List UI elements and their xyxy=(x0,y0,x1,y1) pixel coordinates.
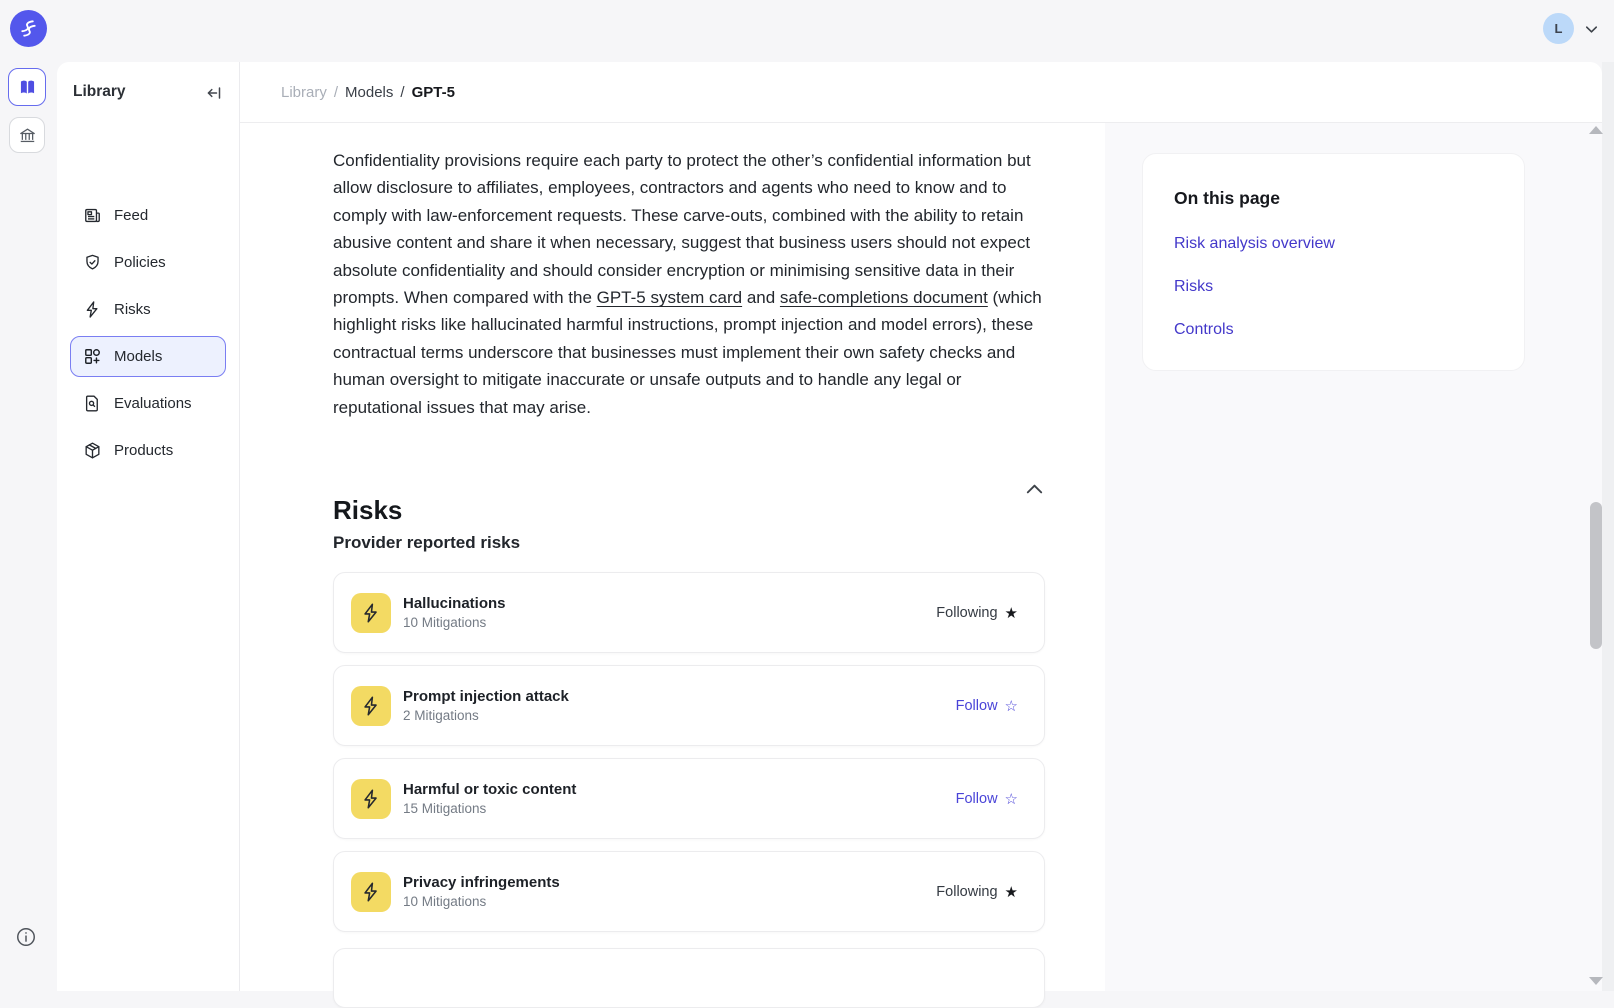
confidentiality-paragraph: Confidentiality provisions require each … xyxy=(333,147,1047,421)
breadcrumb: Library/Models/GPT-5 xyxy=(281,84,455,101)
rail-library-button[interactable] xyxy=(8,68,46,106)
toc-link-risk-analysis-overview[interactable]: Risk analysis overview xyxy=(1174,235,1493,253)
gpt5-system-card-link[interactable]: GPT-5 system card xyxy=(597,288,742,307)
risk-mitigations-count: 15 Mitigations xyxy=(403,801,576,816)
risk-mitigations-count: 2 Mitigations xyxy=(403,708,569,723)
follow-button[interactable]: Follow ☆ xyxy=(956,697,1018,715)
risk-bolt-icon xyxy=(351,872,391,912)
avatar-letter: L xyxy=(1555,21,1563,36)
risk-card-prompt-injection[interactable]: Prompt injection attack 2 Mitigations Fo… xyxy=(333,665,1045,746)
risk-title: Harmful or toxic content xyxy=(403,781,576,798)
scroll-down-arrow[interactable] xyxy=(1589,977,1603,985)
package-icon xyxy=(83,441,102,460)
sidebar-item-label: Feed xyxy=(114,207,148,224)
sidebar-nav: Feed Policies Risks xyxy=(70,195,226,477)
main-header: Library/Models/GPT-5 xyxy=(240,62,1602,123)
star-filled-icon: ★ xyxy=(1005,883,1018,901)
risks-section-title: Risks xyxy=(333,495,402,526)
risk-card-hallucinations[interactable]: Hallucinations 10 Mitigations Following … xyxy=(333,572,1045,653)
sidebar-item-feed[interactable]: Feed xyxy=(70,195,226,236)
risk-title: Hallucinations xyxy=(403,595,506,612)
sidebar-item-products[interactable]: Products xyxy=(70,430,226,471)
scrollbar-track[interactable] xyxy=(1602,62,1614,991)
scrollbar-thumb[interactable] xyxy=(1590,502,1602,649)
risk-bolt-icon xyxy=(351,593,391,633)
risk-mitigations-count: 10 Mitigations xyxy=(403,894,560,909)
user-avatar[interactable]: L xyxy=(1543,13,1574,44)
shield-check-icon xyxy=(83,253,102,272)
breadcrumb-models[interactable]: Models xyxy=(345,84,393,101)
risk-card-privacy-infringements[interactable]: Privacy infringements 10 Mitigations Fol… xyxy=(333,851,1045,932)
article-column: Confidentiality provisions require each … xyxy=(240,123,1105,991)
star-outline-icon: ☆ xyxy=(1005,697,1018,715)
follow-label: Follow xyxy=(956,791,998,807)
sidebar-item-label: Policies xyxy=(114,254,166,271)
scroll-up-arrow[interactable] xyxy=(1589,126,1603,134)
risks-collapse-chevron-up-icon[interactable] xyxy=(1023,478,1047,502)
risk-mitigations-count: 10 Mitigations xyxy=(403,615,506,630)
risk-bolt-icon xyxy=(351,779,391,819)
follow-button[interactable]: Follow ☆ xyxy=(956,790,1018,808)
toc-link-controls[interactable]: Controls xyxy=(1174,321,1493,339)
paragraph-text: and xyxy=(742,288,780,307)
breadcrumb-separator: / xyxy=(327,84,345,101)
following-button[interactable]: Following ★ xyxy=(936,604,1018,622)
bolt-icon xyxy=(83,300,102,319)
rail-organization-button[interactable] xyxy=(9,117,45,153)
sidebar-item-label: Risks xyxy=(114,301,151,318)
following-button[interactable]: Following ★ xyxy=(936,883,1018,901)
sidebar-item-risks[interactable]: Risks xyxy=(70,289,226,330)
sidebar-item-evaluations[interactable]: Evaluations xyxy=(70,383,226,424)
risk-title: Prompt injection attack xyxy=(403,688,569,705)
star-outline-icon: ☆ xyxy=(1005,790,1018,808)
app-logo-icon xyxy=(17,17,40,40)
breadcrumb-library[interactable]: Library xyxy=(281,84,327,101)
sidebar-collapse-icon[interactable] xyxy=(205,84,223,102)
provider-reported-risks-title: Provider reported risks xyxy=(333,533,520,553)
risk-bolt-icon xyxy=(351,686,391,726)
follow-label: Following xyxy=(936,605,997,621)
breadcrumb-current: GPT-5 xyxy=(412,84,455,101)
account-menu-chevron-down-icon[interactable] xyxy=(1583,21,1600,43)
risk-title: Privacy infringements xyxy=(403,874,560,891)
sidebar-title: Library xyxy=(73,83,126,101)
on-this-page-panel: On this page Risk analysis overview Risk… xyxy=(1142,153,1525,371)
paragraph-text: Confidentiality provisions require each … xyxy=(333,151,1031,307)
feed-icon xyxy=(83,206,102,225)
paragraph-text: (which highlight risks like hallucinated… xyxy=(333,288,1042,417)
toc-link-risks[interactable]: Risks xyxy=(1174,278,1493,296)
follow-label: Follow xyxy=(956,698,998,714)
book-icon xyxy=(17,77,38,98)
risk-card-harmful-content[interactable]: Harmful or toxic content 15 Mitigations … xyxy=(333,758,1045,839)
sidebar: Library Feed xyxy=(57,62,240,991)
sidebar-item-policies[interactable]: Policies xyxy=(70,242,226,283)
bank-icon xyxy=(18,126,37,145)
models-grid-icon xyxy=(83,347,102,366)
app-logo[interactable] xyxy=(10,10,47,47)
sidebar-item-label: Products xyxy=(114,442,173,459)
doc-search-icon xyxy=(83,394,102,413)
follow-label: Following xyxy=(936,884,997,900)
on-this-page-title: On this page xyxy=(1174,188,1493,209)
sidebar-item-label: Models xyxy=(114,348,162,365)
breadcrumb-separator: / xyxy=(393,84,411,101)
risk-card-partial[interactable] xyxy=(333,948,1045,1008)
safe-completions-document-link[interactable]: safe-completions document xyxy=(780,288,988,307)
star-filled-icon: ★ xyxy=(1005,604,1018,622)
sidebar-item-label: Evaluations xyxy=(114,395,192,412)
info-icon[interactable] xyxy=(15,926,37,948)
sidebar-item-models[interactable]: Models xyxy=(70,336,226,377)
